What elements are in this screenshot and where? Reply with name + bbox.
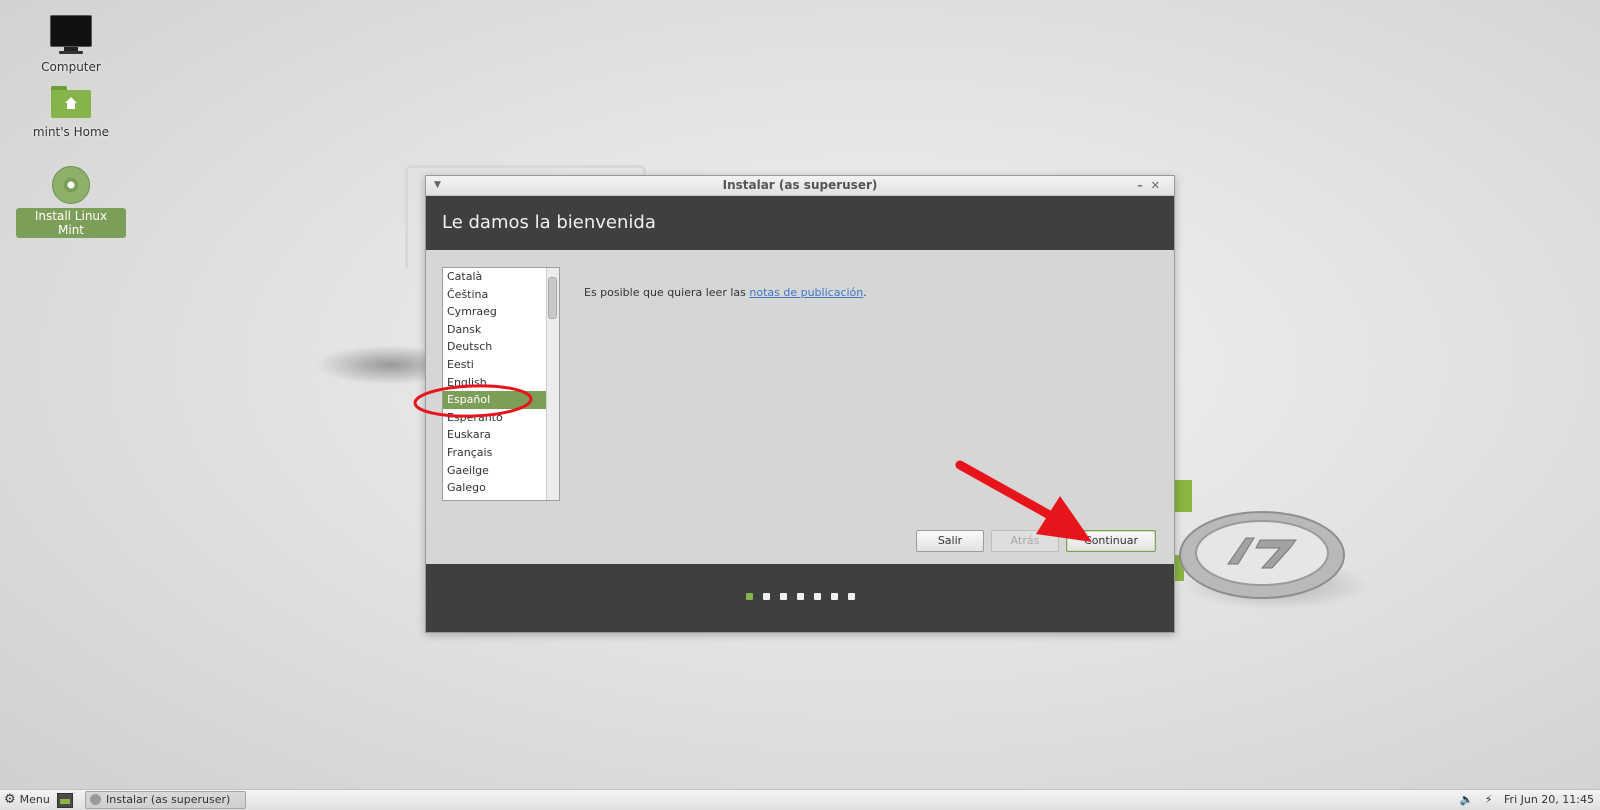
- annotation-layer: [413, 384, 1092, 542]
- menu-label: Menu: [19, 793, 50, 806]
- taskbar: ⚙ Menu Instalar (as superuser) 🔈 ⚡ Fri Ju…: [0, 789, 1600, 810]
- show-desktop-icon[interactable]: [57, 793, 73, 808]
- gear-icon: ⚙: [4, 792, 16, 807]
- clock[interactable]: Fri Jun 20, 11:45: [1504, 793, 1594, 806]
- network-icon[interactable]: ⚡: [1485, 793, 1493, 806]
- menu-button[interactable]: ⚙ Menu: [4, 790, 50, 810]
- taskbar-window-label: Instalar (as superuser): [106, 793, 231, 806]
- annotation-circle: [413, 384, 533, 418]
- installer-icon: [90, 794, 101, 805]
- volume-icon[interactable]: 🔈: [1460, 793, 1474, 806]
- annotation-arrow: [955, 460, 1092, 542]
- system-tray: 🔈 ⚡ Fri Jun 20, 11:45: [1452, 790, 1594, 810]
- taskbar-window-button[interactable]: Instalar (as superuser): [85, 791, 246, 809]
